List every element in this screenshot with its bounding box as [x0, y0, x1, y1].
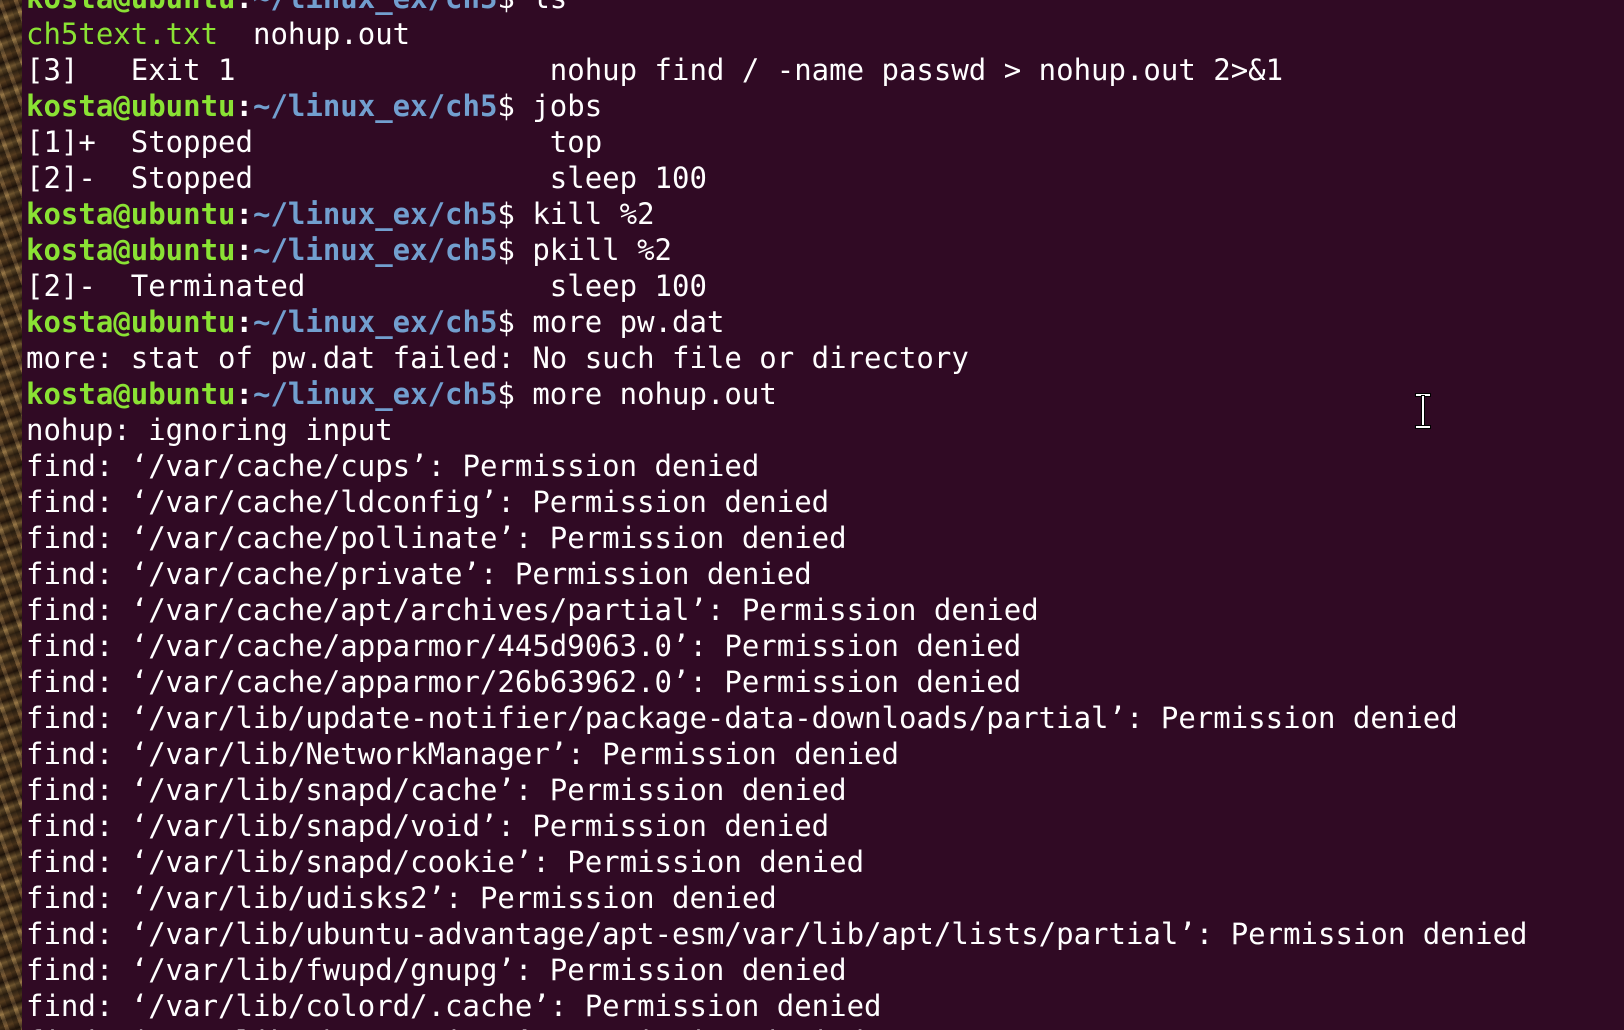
terminal-window[interactable]: kosta@ubuntu:~/linux_ex/ch5$ lsch5text.t…: [22, 0, 1624, 1030]
output-text: find: ‘/var/cache/apt/archives/partial’:…: [26, 593, 1039, 627]
prompt-user-host: kosta@ubuntu: [26, 89, 236, 123]
output-line: find: ‘/var/lib/snapd/cache’: Permission…: [26, 772, 1528, 808]
output-text: find: ‘/var/cache/cups’: Permission deni…: [26, 449, 760, 483]
output-text: find: ‘/var/lib/snapd/void’: Permission …: [26, 809, 830, 843]
output-text: [2]- Terminated sleep 100: [26, 269, 707, 303]
output-line: find: ‘/var/cache/apt/archives/partial’:…: [26, 592, 1528, 628]
output-line: find: ‘/var/lib/NetworkManager’: Permiss…: [26, 736, 1528, 772]
command-text: more pw.dat: [532, 305, 725, 339]
prompt-line: kosta@ubuntu:~/linux_ex/ch5$ pkill %2: [26, 232, 1528, 268]
output-text: find: ‘/var/cache/pollinate’: Permission…: [26, 521, 847, 555]
output-line: [1]+ Stopped top: [26, 124, 1528, 160]
output-line: [2]- Stopped sleep 100: [26, 160, 1528, 196]
output-text: find: ‘/var/lib/snapd/cookie’: Permissio…: [26, 845, 865, 879]
output-text: [2]- Stopped sleep 100: [26, 161, 707, 195]
prompt-symbol: $: [497, 89, 533, 123]
prompt-separator: :: [235, 89, 253, 123]
output-line: find: ‘/var/cache/cups’: Permission deni…: [26, 448, 1528, 484]
text-cursor-icon: [1416, 394, 1430, 428]
output-line: find: ‘/var/lib/ubuntu-advantage/apt-esm…: [26, 916, 1528, 952]
output-line: find: ‘/var/lib/fwupd/gnupg’: Permission…: [26, 952, 1528, 988]
output-line: find: ‘/var/lib/snapd/void’: Permission …: [26, 808, 1528, 844]
prompt-symbol: $: [497, 197, 533, 231]
output-text: [1]+ Stopped top: [26, 125, 603, 159]
output-text: find: ‘/var/lib/update-notifier/package-…: [26, 701, 1458, 735]
prompt-user-host: kosta@ubuntu: [26, 0, 236, 15]
output-text: nohup: ignoring input: [26, 413, 393, 447]
ls-output-line: ch5text.txt nohup.out: [26, 16, 1528, 52]
command-text: pkill %2: [532, 233, 673, 267]
terminal-output: kosta@ubuntu:~/linux_ex/ch5$ lsch5text.t…: [26, 0, 1528, 1030]
prompt-line: kosta@ubuntu:~/linux_ex/ch5$ more pw.dat: [26, 304, 1528, 340]
output-text: find: ‘/var/cache/private’: Permission d…: [26, 557, 812, 591]
prompt-path: ~/linux_ex/ch5: [252, 89, 498, 123]
prompt-line: kosta@ubuntu:~/linux_ex/ch5$ more nohup.…: [26, 376, 1528, 412]
file-name: nohup.out: [218, 17, 411, 51]
prompt-symbol: $: [497, 305, 533, 339]
prompt-user-host: kosta@ubuntu: [26, 197, 236, 231]
output-text: find: ‘/var/lib/fwupd/gnupg’: Permission…: [26, 953, 847, 987]
prompt-symbol: $: [497, 0, 532, 15]
prompt-symbol: $: [497, 377, 533, 411]
output-text: find: ‘/var/cache/apparmor/26b63962.0’: …: [26, 665, 1022, 699]
output-line: [2]- Terminated sleep 100: [26, 268, 1528, 304]
output-line: find: ‘/var/lib/php/sessions’: Permissio…: [26, 1024, 1528, 1030]
output-text: find: ‘/var/cache/ldconfig’: Permission …: [26, 485, 830, 519]
output-text: find: ‘/var/lib/php/sessions’: Permissio…: [26, 1025, 864, 1030]
command-text: kill %2: [532, 197, 655, 231]
output-line: more: stat of pw.dat failed: No such fil…: [26, 340, 1528, 376]
output-line: nohup: ignoring input: [26, 412, 1528, 448]
prompt-path: ~/linux_ex/ch5: [252, 233, 498, 267]
output-text: find: ‘/var/cache/apparmor/445d9063.0’: …: [26, 629, 1022, 663]
prompt-symbol: $: [497, 233, 533, 267]
output-line: find: ‘/var/lib/update-notifier/package-…: [26, 700, 1528, 736]
desktop-wallpaper: [0, 0, 22, 1030]
prompt-path: ~/linux_ex/ch5: [253, 0, 497, 15]
prompt-user-host: kosta@ubuntu: [26, 377, 236, 411]
prompt-path: ~/linux_ex/ch5: [252, 377, 498, 411]
command-text: more nohup.out: [532, 377, 777, 411]
output-line: find: ‘/var/lib/udisks2’: Permission den…: [26, 880, 1528, 916]
prompt-line: kosta@ubuntu:~/linux_ex/ch5$ jobs: [26, 88, 1528, 124]
prompt-user-host: kosta@ubuntu: [26, 305, 236, 339]
command-text: jobs: [532, 89, 603, 123]
output-text: find: ‘/var/lib/ubuntu-advantage/apt-esm…: [26, 917, 1528, 951]
output-line: find: ‘/var/cache/private’: Permission d…: [26, 556, 1528, 592]
output-line: find: ‘/var/cache/apparmor/445d9063.0’: …: [26, 628, 1528, 664]
prompt-separator: :: [235, 197, 253, 231]
command-text: ls: [532, 0, 567, 15]
file-name: ch5text.txt: [26, 17, 219, 51]
prompt-separator: :: [236, 0, 253, 15]
output-line: find: ‘/var/cache/pollinate’: Permission…: [26, 520, 1528, 556]
output-line: find: ‘/var/lib/snapd/cookie’: Permissio…: [26, 844, 1528, 880]
prompt-line: kosta@ubuntu:~/linux_ex/ch5$ ls: [26, 0, 1528, 16]
prompt-user-host: kosta@ubuntu: [26, 233, 236, 267]
prompt-path: ~/linux_ex/ch5: [252, 305, 498, 339]
prompt-separator: :: [235, 305, 253, 339]
output-text: find: ‘/var/lib/NetworkManager’: Permiss…: [26, 737, 899, 771]
output-text: find: ‘/var/lib/colord/.cache’: Permissi…: [26, 989, 882, 1023]
output-line: find: ‘/var/cache/ldconfig’: Permission …: [26, 484, 1528, 520]
output-line: find: ‘/var/cache/apparmor/26b63962.0’: …: [26, 664, 1528, 700]
prompt-line: kosta@ubuntu:~/linux_ex/ch5$ kill %2: [26, 196, 1528, 232]
output-text: find: ‘/var/lib/snapd/cache’: Permission…: [26, 773, 847, 807]
output-text: [3] Exit 1 nohup find / -name passwd > n…: [26, 53, 1284, 87]
prompt-path: ~/linux_ex/ch5: [252, 197, 498, 231]
output-text: more: stat of pw.dat failed: No such fil…: [26, 341, 969, 375]
prompt-separator: :: [235, 377, 253, 411]
output-line: [3] Exit 1 nohup find / -name passwd > n…: [26, 52, 1528, 88]
output-line: find: ‘/var/lib/colord/.cache’: Permissi…: [26, 988, 1528, 1024]
prompt-separator: :: [235, 233, 253, 267]
output-text: find: ‘/var/lib/udisks2’: Permission den…: [26, 881, 777, 915]
